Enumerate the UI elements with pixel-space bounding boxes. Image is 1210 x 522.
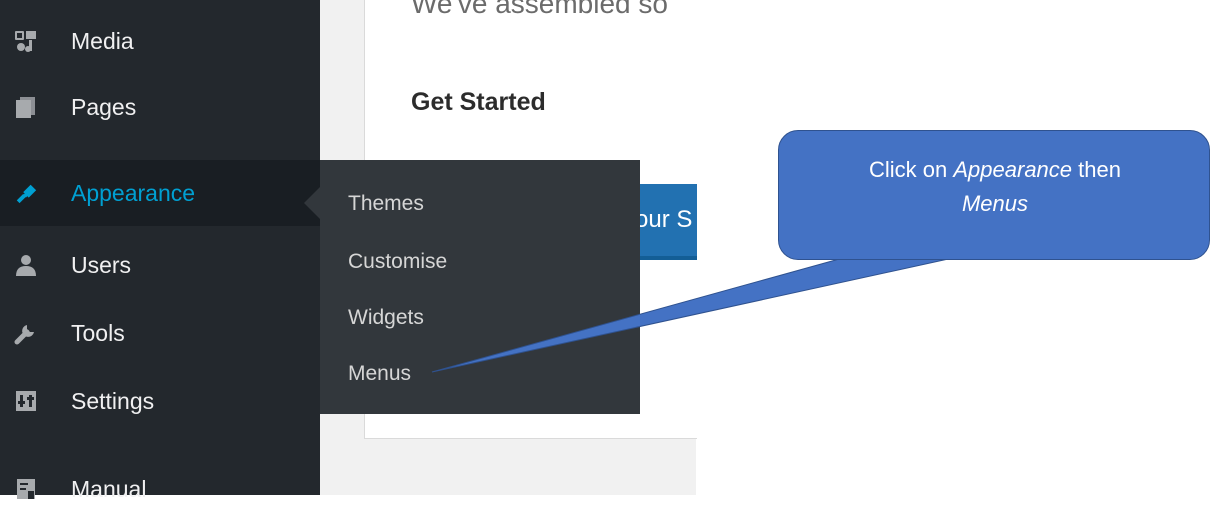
submenu-item-customise[interactable]: Customise: [348, 250, 447, 274]
sidebar-item-label: Manual: [71, 475, 147, 502]
button-label: our S: [635, 206, 693, 233]
media-icon: [14, 29, 38, 53]
sidebar-item-media[interactable]: Media: [0, 8, 320, 74]
sidebar-item-label: Appearance: [71, 179, 196, 206]
sidebar-item-manual[interactable]: Manual: [0, 456, 320, 522]
callout-middle: then: [1072, 157, 1121, 182]
callout-text: Click on Appearance then Menus: [779, 153, 1210, 221]
manual-icon: [14, 477, 38, 501]
sidebar-item-pages[interactable]: Pages: [0, 74, 320, 140]
settings-icon: [14, 389, 38, 413]
submenu-item-menus[interactable]: Menus: [348, 362, 411, 386]
submenu-pointer: [304, 186, 321, 220]
sidebar-item-appearance[interactable]: Appearance: [0, 160, 320, 226]
welcome-text: We've assembled so: [411, 0, 668, 19]
sidebar-item-label: Pages: [71, 93, 137, 120]
sidebar-item-users[interactable]: Users: [0, 232, 320, 298]
get-started-heading: Get Started: [411, 88, 546, 116]
sidebar-item-label: Tools: [71, 319, 125, 346]
submenu-item-themes[interactable]: Themes: [348, 192, 424, 216]
sidebar-item-label: Media: [71, 27, 134, 54]
sidebar-item-label: Users: [71, 251, 132, 278]
sidebar-item-label: Settings: [71, 387, 155, 414]
submenu-item-widgets[interactable]: Widgets: [348, 306, 424, 330]
pages-icon: [14, 95, 38, 119]
sidebar-item-tools[interactable]: Tools: [0, 300, 320, 366]
callout-emphasis-menus: Menus: [961, 191, 1029, 216]
appearance-submenu: Themes Customise Widgets Menus: [320, 160, 640, 414]
users-icon: [14, 253, 38, 277]
appearance-icon: [14, 181, 38, 205]
callout-emphasis-appearance: Appearance: [953, 157, 1073, 182]
tools-icon: [14, 321, 38, 345]
admin-sidebar: Media Pages Appearance Users Tools Setti…: [0, 0, 320, 502]
sidebar-item-settings[interactable]: Settings: [0, 368, 320, 434]
instruction-callout: Click on Appearance then Menus: [778, 130, 1210, 260]
callout-prefix: Click on: [869, 157, 954, 182]
